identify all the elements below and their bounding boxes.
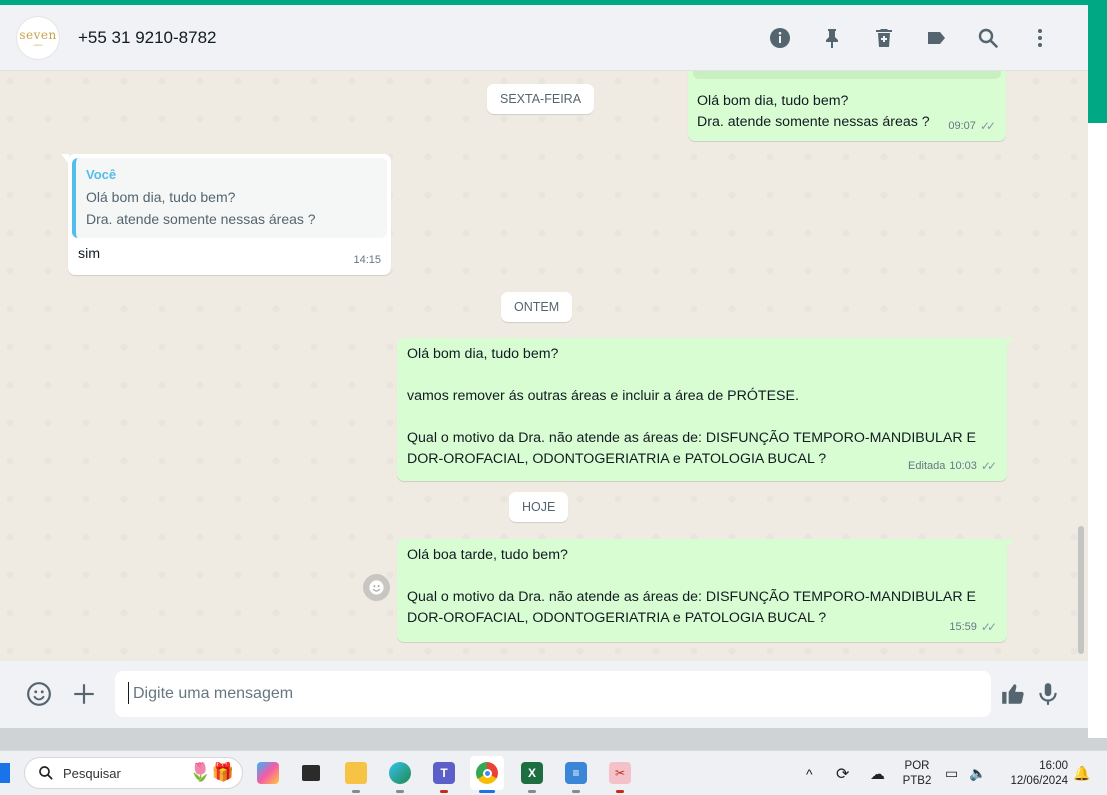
- message-outgoing[interactable]: Olá bom dia, tudo bem? vamos remover ás …: [397, 338, 1014, 481]
- read-receipt-icon: ✓✓: [979, 119, 996, 133]
- message-meta: Editada 10:03 ✓✓: [908, 456, 997, 477]
- bubble-tail: [1006, 539, 1014, 549]
- message-time: 14:15: [353, 254, 381, 266]
- edge-icon: [389, 762, 411, 784]
- search-label: Pesquisar: [63, 765, 121, 781]
- chrome-icon: [476, 762, 498, 784]
- running-indicator: [396, 790, 404, 793]
- search-icon: [39, 766, 53, 780]
- taskbar-app-chrome[interactable]: [470, 756, 504, 793]
- bubble-tail: [61, 154, 69, 164]
- notification-bell-icon[interactable]: 🔔: [1073, 751, 1090, 795]
- taskbar-app-notepad[interactable]: ≡: [559, 756, 593, 793]
- taskbar-app-file-explorer[interactable]: [339, 756, 373, 793]
- chat-header: seven odonto +55 31 9210-8782: [0, 5, 1088, 71]
- copilot-icon: [257, 762, 279, 784]
- running-indicator: [352, 790, 360, 793]
- running-indicator: [616, 790, 624, 793]
- date-divider: SEXTA-FEIRA: [487, 84, 595, 114]
- folder-icon: [345, 762, 367, 784]
- bubble-tail: [1006, 338, 1014, 348]
- taskbar-search[interactable]: Pesquisar 🌷🎁: [24, 757, 243, 789]
- active-indicator: [479, 790, 495, 793]
- text-caret: [128, 682, 129, 704]
- message-meta: 15:59 ✓✓: [949, 617, 997, 638]
- quoted-message[interactable]: Você Olá bom dia, tudo bem? Dra. atende …: [72, 158, 387, 238]
- taskbar-app-snipping-tool[interactable]: ✂: [603, 756, 637, 793]
- message-time: 15:59: [949, 621, 977, 633]
- clock-date: 12/06/2024: [1010, 775, 1068, 787]
- quoted-preview-remnant: [693, 71, 1001, 79]
- contact-avatar[interactable]: seven odonto: [16, 15, 60, 60]
- snipping-tool-icon: ✂: [609, 762, 631, 784]
- react-emoji-button[interactable]: [363, 574, 390, 601]
- search-highlight-icon: 🌷🎁: [189, 762, 234, 782]
- running-indicator: [440, 790, 448, 793]
- message-text: sim: [78, 246, 101, 262]
- taskbar-app-copilot[interactable]: [251, 756, 285, 790]
- cloud-offline-icon[interactable]: ☁: [870, 751, 885, 795]
- running-indicator: [572, 790, 580, 793]
- notepad-icon: ≡: [565, 762, 587, 784]
- message-meta: 09:07 ✓✓: [948, 116, 996, 137]
- side-panel-accent: [1088, 5, 1107, 123]
- taskbar-app-task-view[interactable]: [294, 756, 328, 790]
- tray-chevron-icon[interactable]: ^: [806, 751, 813, 795]
- date-divider: HOJE: [509, 492, 569, 522]
- quote-text: Olá bom dia, tudo bem? Dra. atende somen…: [86, 189, 316, 227]
- excel-icon: X: [521, 762, 543, 784]
- message-incoming[interactable]: Você Olá bom dia, tudo bem? Dra. atende …: [61, 154, 391, 275]
- network-icon[interactable]: ▭: [945, 751, 958, 795]
- menu-icon[interactable]: [1014, 18, 1066, 58]
- read-receipt-icon: ✓✓: [980, 620, 997, 634]
- system-clock[interactable]: 16:00 12/06/2024: [1000, 759, 1068, 789]
- avatar-logo-sub: odonto: [33, 43, 43, 47]
- message-list[interactable]: Olá bom dia, tudo bem? Dra. atende somen…: [0, 71, 1088, 661]
- header-actions: [754, 5, 1066, 71]
- taskbar-app-teams[interactable]: T: [427, 756, 461, 793]
- message-outgoing[interactable]: Olá bom dia, tudo bem? Dra. atende somen…: [688, 71, 1006, 141]
- message-text: Olá boa tarde, tudo bem? Qual o motivo d…: [407, 547, 977, 626]
- message-time: 09:07: [948, 120, 976, 132]
- date-divider: ONTEM: [501, 292, 573, 322]
- delete-icon[interactable]: [858, 18, 910, 58]
- volume-icon[interactable]: 🔈: [969, 751, 986, 795]
- composer-bar: [0, 661, 1088, 728]
- label-icon[interactable]: [910, 18, 962, 58]
- language-indicator[interactable]: POR PTB2: [902, 759, 932, 789]
- pin-icon[interactable]: [806, 18, 858, 58]
- quote-author: Você: [86, 167, 117, 182]
- microphone-icon[interactable]: [1026, 672, 1070, 716]
- side-panel: [1088, 123, 1107, 738]
- sync-icon[interactable]: ⟳: [836, 751, 849, 795]
- language-line2: PTB2: [902, 775, 932, 787]
- message-input[interactable]: [115, 671, 991, 717]
- chat-scrollbar[interactable]: [1078, 526, 1084, 654]
- taskbar-app-excel[interactable]: X: [515, 756, 549, 793]
- language-line1: POR: [904, 760, 930, 772]
- running-indicator: [528, 790, 536, 793]
- info-icon[interactable]: [754, 18, 806, 58]
- taskbar-app-edge[interactable]: [383, 756, 417, 793]
- task-view-icon: [302, 765, 320, 781]
- edited-label: Editada: [908, 460, 946, 472]
- emoji-icon[interactable]: [17, 672, 61, 716]
- read-receipt-icon: ✓✓: [980, 459, 997, 473]
- search-icon[interactable]: [962, 18, 1014, 58]
- message-outgoing[interactable]: Olá boa tarde, tudo bem? Qual o motivo d…: [397, 539, 1014, 642]
- start-button[interactable]: [0, 763, 10, 783]
- windows-taskbar: Pesquisar 🌷🎁 T X ≡ ✂ ^ ⟳ ☁ POR PTB2 ▭ 🔈 …: [0, 750, 1107, 795]
- message-time: 10:03: [949, 460, 977, 472]
- message-text: Olá bom dia, tudo bem? vamos remover ás …: [407, 346, 977, 467]
- message-meta: 14:15: [353, 250, 381, 271]
- smiley-icon: [369, 580, 384, 595]
- attach-plus-icon[interactable]: [62, 672, 106, 716]
- whatsapp-window: seven odonto +55 31 9210-8782 Olá bom di…: [0, 5, 1088, 728]
- teams-icon: T: [433, 762, 455, 784]
- contact-name[interactable]: +55 31 9210-8782: [78, 28, 217, 48]
- clock-time: 16:00: [1039, 760, 1068, 772]
- avatar-logo: seven: [19, 28, 57, 42]
